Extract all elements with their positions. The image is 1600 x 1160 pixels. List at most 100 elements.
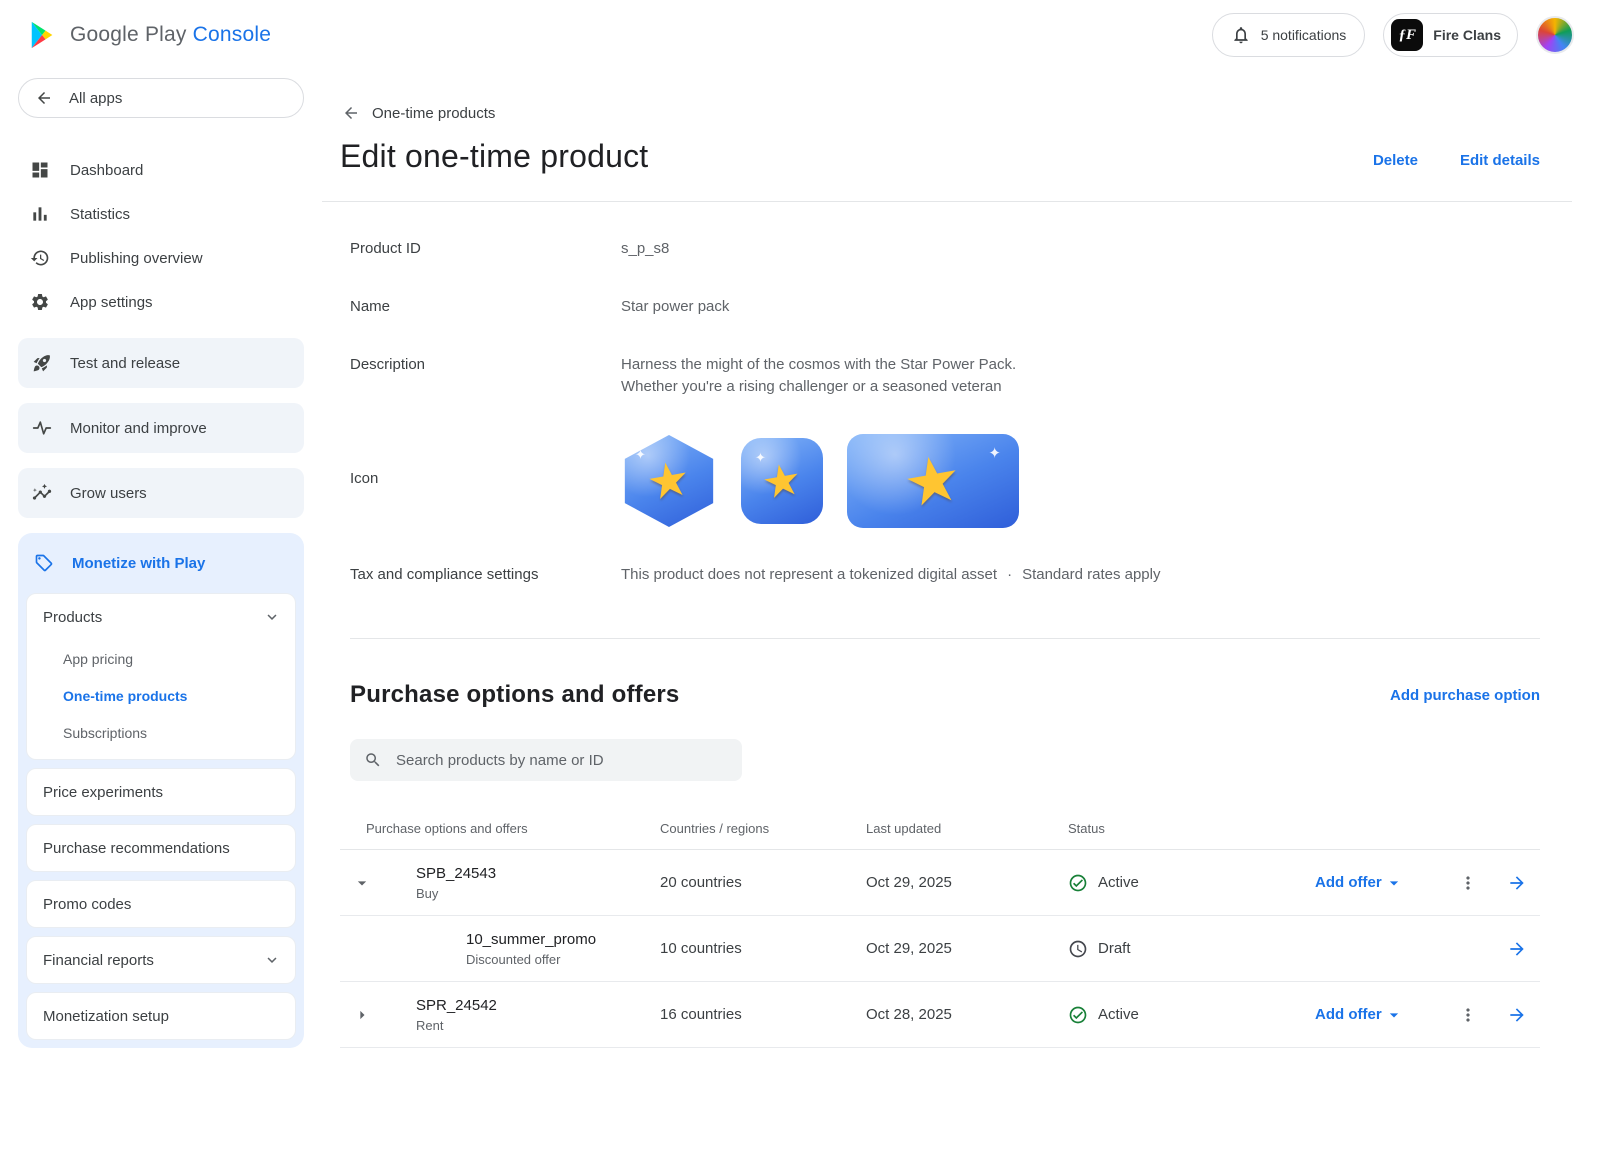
sidebar-section-label: Monetize with Play xyxy=(72,555,205,572)
all-apps-label: All apps xyxy=(69,90,122,107)
add-offer-button[interactable]: Add offer xyxy=(1315,1005,1442,1025)
dashboard-icon xyxy=(30,160,50,180)
main-content: One-time products Edit one-time product … xyxy=(322,70,1600,1078)
insights-chart-icon xyxy=(32,483,52,503)
last-updated-cell: Oct 29, 2025 xyxy=(866,874,1068,891)
arrow-right-icon xyxy=(1507,873,1527,893)
clock-history-icon xyxy=(30,248,50,268)
purchase-option-type: Rent xyxy=(416,1018,660,1033)
description-label: Description xyxy=(350,354,621,398)
tax-value-primary: This product does not represent a tokeni… xyxy=(621,564,997,586)
sidebar-item-monetization-setup[interactable]: Monetization setup xyxy=(27,993,295,1039)
sidebar-item-label: Statistics xyxy=(70,206,130,223)
wide-star-badge-icon xyxy=(847,434,1019,528)
collapse-row-button[interactable] xyxy=(340,873,384,893)
sidebar-item-label: Publishing overview xyxy=(70,250,203,267)
sidebar-item-statistics[interactable]: Statistics xyxy=(18,192,304,236)
status-badge: Active xyxy=(1068,1005,1315,1025)
sidebar-section-grow-users[interactable]: Grow users xyxy=(18,468,304,518)
section-divider xyxy=(350,638,1540,639)
add-offer-button[interactable]: Add offer xyxy=(1315,873,1442,893)
add-purchase-option-button[interactable]: Add purchase option xyxy=(1390,687,1540,704)
notifications-label: 5 notifications xyxy=(1261,27,1347,43)
table-row-purchase-option: SPR_24542 Rent 16 countries Oct 28, 2025… xyxy=(340,982,1540,1048)
bar-chart-icon xyxy=(30,204,50,224)
description-value: Harness the might of the cosmos with the… xyxy=(621,354,1016,398)
sidebar-section-monetize-with-play[interactable]: Monetize with Play xyxy=(26,541,296,585)
sidebar-item-purchase-recommendations[interactable]: Purchase recommendations xyxy=(27,825,295,871)
draft-clock-icon xyxy=(1068,939,1088,959)
name-label: Name xyxy=(350,296,621,318)
countries-cell: 20 countries xyxy=(660,874,866,891)
icon-label: Icon xyxy=(350,434,621,528)
app-name-label: Fire Clans xyxy=(1433,27,1501,43)
sidebar-section-monetize: Monetize with Play Products App pricing … xyxy=(18,533,304,1048)
sidebar-item-one-time-products[interactable]: One-time products xyxy=(27,677,295,714)
status-label: Draft xyxy=(1098,940,1131,957)
tax-value-secondary: Standard rates apply xyxy=(1022,564,1160,586)
field-description: Description Harness the might of the cos… xyxy=(350,354,1540,398)
row-menu-button[interactable] xyxy=(1442,1005,1494,1025)
last-updated-cell: Oct 29, 2025 xyxy=(866,940,1068,957)
all-apps-button[interactable]: All apps xyxy=(18,78,304,118)
countries-cell: 10 countries xyxy=(660,940,866,957)
header-last-updated: Last updated xyxy=(866,821,1068,836)
fire-clans-app-icon: ƒF xyxy=(1391,19,1423,51)
sidebar-item-dashboard[interactable]: Dashboard xyxy=(18,148,304,192)
sidebar-item-label: One-time products xyxy=(63,688,187,704)
arrow-right-icon xyxy=(1507,939,1527,959)
purchase-option-id: SPB_24543 xyxy=(416,865,660,882)
kebab-menu-icon xyxy=(1458,873,1478,893)
expander-down-icon xyxy=(352,873,372,893)
gear-icon xyxy=(30,292,50,312)
sidebar-item-label: Price experiments xyxy=(43,784,163,801)
sidebar-item-label: Purchase recommendations xyxy=(43,840,230,857)
edit-details-button[interactable]: Edit details xyxy=(1460,152,1540,169)
row-menu-button[interactable] xyxy=(1442,873,1494,893)
open-row-button[interactable] xyxy=(1494,1005,1540,1025)
table-row-offer: 10_summer_promo Discounted offer 10 coun… xyxy=(340,916,1540,982)
sidebar-section-test-and-release[interactable]: Test and release xyxy=(18,338,304,388)
back-arrow-icon[interactable] xyxy=(342,104,360,122)
add-offer-label: Add offer xyxy=(1315,1006,1382,1023)
sidebar-item-label: App settings xyxy=(70,294,153,311)
products-group-card: Products App pricing One-time products S… xyxy=(26,593,296,760)
last-updated-cell: Oct 28, 2025 xyxy=(866,1006,1068,1023)
sidebar-item-products[interactable]: Products xyxy=(27,594,295,640)
rocket-icon xyxy=(32,353,52,373)
add-offer-label: Add offer xyxy=(1315,874,1382,891)
breadcrumb-one-time-products[interactable]: One-time products xyxy=(372,105,495,122)
sidebar-section-label: Test and release xyxy=(70,355,180,372)
notifications-button[interactable]: 5 notifications xyxy=(1212,13,1366,57)
field-product-id: Product ID s_p_s8 xyxy=(350,238,1540,260)
description-line-2: Whether you're a rising challenger or a … xyxy=(621,376,1016,398)
square-star-badge-icon xyxy=(741,438,823,524)
chevron-down-icon xyxy=(263,608,281,626)
hexagon-star-badge-icon xyxy=(621,435,717,527)
open-row-button[interactable] xyxy=(1494,939,1540,959)
offer-id: 10_summer_promo xyxy=(466,931,660,948)
search-input[interactable] xyxy=(394,751,728,770)
expander-right-icon xyxy=(352,1005,372,1025)
delete-button[interactable]: Delete xyxy=(1373,152,1418,169)
google-play-logo-icon xyxy=(28,20,58,50)
expand-row-button[interactable] xyxy=(340,1005,384,1025)
dropdown-arrow-icon xyxy=(1384,873,1404,893)
account-avatar[interactable] xyxy=(1536,16,1574,54)
sidebar-item-publishing-overview[interactable]: Publishing overview xyxy=(18,236,304,280)
sidebar-item-promo-codes[interactable]: Promo codes xyxy=(27,881,295,927)
tax-value: This product does not represent a tokeni… xyxy=(621,564,1160,586)
sidebar-item-price-experiments[interactable]: Price experiments xyxy=(27,769,295,815)
sidebar-item-app-settings[interactable]: App settings xyxy=(18,280,304,324)
app-switcher-button[interactable]: ƒF Fire Clans xyxy=(1383,13,1518,57)
sidebar-item-app-pricing[interactable]: App pricing xyxy=(27,640,295,677)
sidebar-item-subscriptions[interactable]: Subscriptions xyxy=(27,714,295,751)
play-console-logo[interactable]: Google Play Console xyxy=(28,20,271,50)
sidebar-section-monitor-and-improve[interactable]: Monitor and improve xyxy=(18,403,304,453)
arrow-right-icon xyxy=(1507,1005,1527,1025)
sidebar-section-label: Monitor and improve xyxy=(70,420,207,437)
breadcrumb: One-time products xyxy=(340,104,1540,122)
sidebar-item-label: Subscriptions xyxy=(63,725,147,741)
sidebar-item-financial-reports[interactable]: Financial reports xyxy=(27,937,295,983)
open-row-button[interactable] xyxy=(1494,873,1540,893)
